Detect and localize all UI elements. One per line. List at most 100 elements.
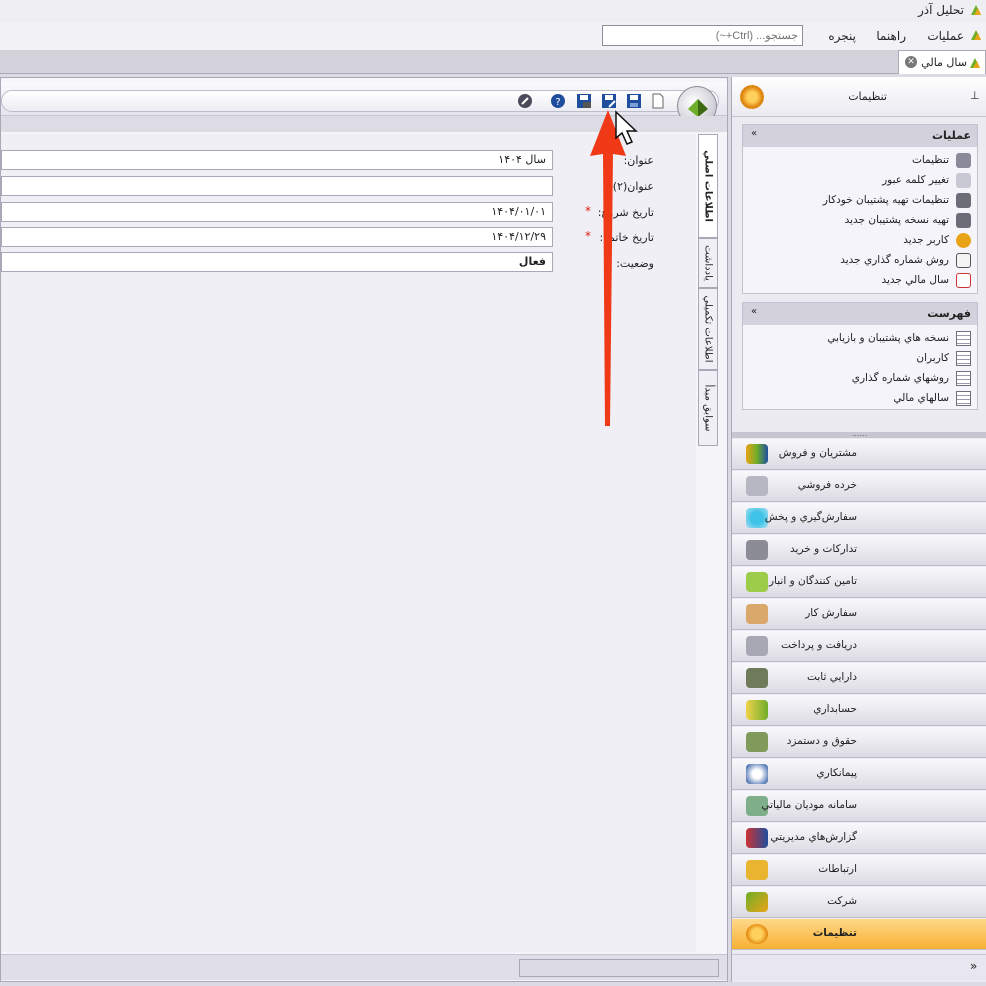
module-management-reports[interactable]: گزارش‌هاي مديريتي [732, 823, 986, 854]
money-bag-icon [746, 636, 768, 656]
op-settings[interactable]: تنظيمات [747, 151, 973, 171]
communications-icon [746, 860, 768, 880]
numbering-icon [956, 253, 971, 268]
vertical-tabs: اطلاعات اصلي يادداشت اطلاعات تكميلي سواب… [698, 134, 718, 952]
list-numbering-methods[interactable]: روشهاي شماره گذاري [747, 369, 973, 389]
company-icon [746, 892, 768, 912]
list-title: فهرست [927, 307, 971, 320]
op-change-password[interactable]: تغيير كلمه عبور [747, 171, 973, 191]
list-fiscal-years[interactable]: سالهاي مالي [747, 389, 973, 409]
right-panel-footer: » [732, 954, 986, 980]
right-panel: تنظیمات ⊥ « عمليات تنظيمات تغيير كلمه عب… [731, 77, 986, 982]
app-logo-icon [971, 5, 981, 15]
backup-icon [956, 213, 971, 228]
menu-bar: عملیات راهنما پنجره [0, 22, 986, 50]
panel-splitter[interactable]: ...... [732, 430, 986, 438]
document-tab-strip: سال مالي ✕ [0, 50, 986, 74]
accounting-icon [746, 700, 768, 720]
status-field[interactable]: فعال [1, 252, 553, 272]
module-retail[interactable]: خرده فروشي [732, 471, 986, 502]
title2-field[interactable] [1, 176, 553, 196]
title-bar: تحلیل آذر [0, 0, 986, 22]
user-icon [956, 233, 971, 248]
search-input[interactable] [602, 25, 803, 46]
svg-text:?: ? [555, 97, 560, 108]
new-document-icon[interactable] [650, 93, 666, 109]
expand-chevron-icon[interactable]: » [970, 959, 977, 973]
save-icon[interactable] [626, 93, 642, 109]
op-new-user[interactable]: كاربر جديد [747, 231, 973, 251]
menu-window[interactable]: پنجره [828, 29, 856, 43]
list-header[interactable]: « فهرست [743, 303, 977, 325]
title-field[interactable]: سال ۱۴۰۴ [1, 150, 553, 170]
operations-title: عمليات [931, 129, 971, 142]
close-tab-icon[interactable]: ✕ [905, 56, 917, 68]
settings-gear-icon [740, 85, 764, 109]
table-icon [956, 391, 971, 406]
menu-operations[interactable]: عملیات [927, 29, 964, 43]
status-box [519, 959, 719, 977]
right-panel-header: تنظیمات ⊥ [732, 77, 986, 117]
table-icon [956, 331, 971, 346]
tab-source-history[interactable]: سوابق مبدأ [698, 370, 718, 446]
cart-icon [746, 476, 768, 496]
collapse-chevron-icon[interactable]: « [751, 128, 757, 139]
fixed-assets-icon [746, 668, 768, 688]
calendar-icon [956, 273, 971, 288]
work-order-icon [746, 604, 768, 624]
module-accounting[interactable]: حسابداري [732, 695, 986, 726]
op-auto-backup-settings[interactable]: تنظيمات تهيه پشتيبان خودكار [747, 191, 973, 211]
table-icon [956, 371, 971, 386]
register-icon [746, 540, 768, 560]
module-payroll[interactable]: حقوق و دستمزد [732, 727, 986, 758]
tab-notes[interactable]: يادداشت [698, 238, 718, 288]
module-settings[interactable]: تنظيمات [732, 919, 986, 950]
tab-extra-info[interactable]: اطلاعات تكميلي [698, 288, 718, 370]
list-users[interactable]: كاربران [747, 349, 973, 369]
module-customers-sales[interactable]: مشتريان و فروش [732, 439, 986, 470]
collapse-chevron-icon[interactable]: « [751, 306, 757, 317]
status-bar [1, 954, 727, 980]
cursor-icon [615, 110, 638, 145]
list-backups[interactable]: نسخه هاي پشتيبان و بازيابي [747, 329, 973, 349]
payroll-icon [746, 732, 768, 752]
op-new-fiscal-year[interactable]: سال مالي جديد [747, 271, 973, 291]
tab-fiscal-year[interactable]: سال مالي ✕ [898, 50, 986, 74]
help-icon[interactable]: ? [550, 93, 566, 109]
tab-logo-icon [970, 58, 980, 68]
handshake-icon [746, 764, 768, 784]
settings-gear-icon [746, 924, 768, 944]
module-procurement[interactable]: تداركات و خريد [732, 535, 986, 566]
chart-icon [746, 444, 768, 464]
tab-fiscal-year-label: سال مالي [921, 56, 967, 69]
reports-icon [746, 828, 768, 848]
app-title: تحلیل آذر [917, 3, 964, 17]
operations-section: « عمليات تنظيمات تغيير كلمه عبور تنظيمات… [742, 124, 978, 294]
menu-logo-icon [971, 30, 981, 40]
operations-header[interactable]: « عمليات [743, 125, 977, 147]
module-communications[interactable]: ارتباطات [732, 855, 986, 886]
module-work-order[interactable]: سفارش كار [732, 599, 986, 630]
red-arrow-annotation [590, 110, 626, 426]
tools-icon[interactable] [517, 93, 533, 109]
module-company[interactable]: شركت [732, 887, 986, 918]
module-list: مشتريان و فروش خرده فروشي سفارش‌گيري و پ… [732, 439, 986, 954]
backup-icon [956, 193, 971, 208]
tab-main-info[interactable]: اطلاعات اصلي [698, 134, 718, 238]
menu-help[interactable]: راهنما [876, 29, 906, 43]
module-receive-pay[interactable]: دريافت و پرداخت [732, 631, 986, 662]
module-ordering-distribution[interactable]: سفارش‌گيري و پخش [732, 503, 986, 534]
end-date-field[interactable]: ۱۴۰۴/۱۲/۲۹ [1, 227, 553, 247]
title-label: عنوان: [623, 154, 654, 167]
module-fixed-assets[interactable]: دارايي ثابت [732, 663, 986, 694]
module-contracting[interactable]: پيمانكاري [732, 759, 986, 790]
module-tax-system[interactable]: سامانه موديان مالياتي [732, 791, 986, 822]
table-icon [956, 351, 971, 366]
warehouse-icon [746, 572, 768, 592]
start-date-field[interactable]: ۱۴۰۴/۰۱/۰۱ [1, 202, 553, 222]
pin-icon[interactable]: ⊥ [970, 89, 980, 102]
op-new-numbering-method[interactable]: روش شماره گذاري جديد [747, 251, 973, 271]
module-suppliers-warehouse[interactable]: تامين كنندگان و انبار [732, 567, 986, 598]
list-section: « فهرست نسخه هاي پشتيبان و بازيابي كاربر… [742, 302, 978, 410]
op-new-backup[interactable]: تهيه نسخه پشتيبان جديد [747, 211, 973, 231]
